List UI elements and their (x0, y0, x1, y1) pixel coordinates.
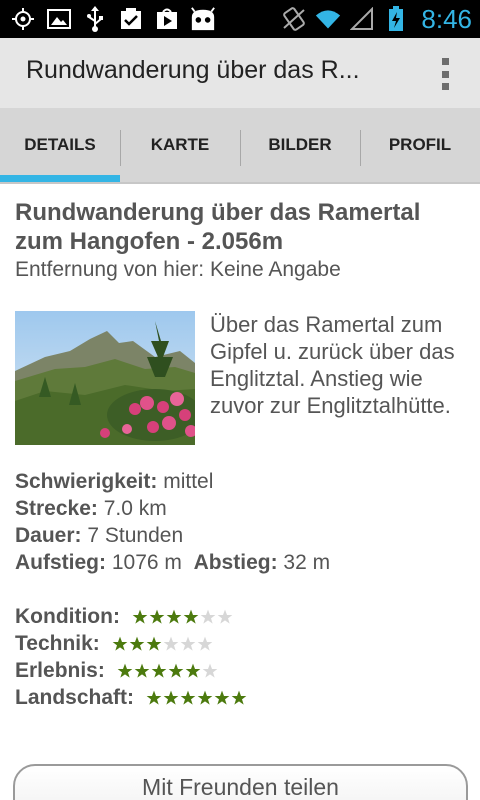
gps-icon (10, 6, 36, 32)
star-filled-icon (112, 636, 128, 651)
duration-label: Dauer: (15, 524, 82, 547)
star-filled-icon (168, 663, 184, 678)
rating-technik: Technik: (15, 630, 470, 657)
task-check-icon (118, 6, 144, 32)
action-bar: Rundwanderung über das R... (0, 38, 480, 108)
signal-icon (349, 6, 375, 32)
vibrate-icon (281, 6, 307, 32)
difficulty-row: Schwierigkeit: mittel (15, 468, 470, 495)
difficulty-value: mittel (157, 470, 214, 493)
overflow-dot (441, 83, 449, 90)
wifi-icon (315, 6, 341, 32)
tab-bilder[interactable]: BILDER (240, 108, 360, 182)
star-rating (112, 636, 214, 652)
star-empty-icon (217, 609, 233, 624)
star-empty-icon (202, 663, 218, 678)
star-filled-icon (129, 636, 145, 651)
details-content: Rundwanderung über das Ramertal zum Hang… (15, 198, 470, 709)
star-filled-icon (149, 609, 165, 624)
star-filled-icon (146, 690, 162, 705)
system-icons: 8:46 (281, 4, 472, 34)
star-filled-icon (146, 636, 162, 651)
image-icon (46, 6, 72, 32)
ascent-value: 1076 m (106, 551, 182, 574)
star-filled-icon (132, 609, 148, 624)
star-empty-icon (180, 636, 196, 651)
battery-charging-icon (383, 6, 409, 32)
tab-profil[interactable]: PROFIL (360, 108, 480, 182)
duration-value: 7 Stunden (81, 524, 184, 547)
tab-karte[interactable]: KARTE (120, 108, 240, 182)
notification-icons (10, 4, 216, 34)
overflow-menu-icon[interactable] (440, 58, 450, 90)
rating-label: Erlebnis: (15, 658, 105, 682)
rating-label: Landschaft: (15, 685, 135, 709)
star-filled-icon (214, 690, 230, 705)
tab-bar: DETAILS KARTE BILDER PROFIL (0, 108, 480, 184)
star-filled-icon (151, 663, 167, 678)
route-title: Rundwanderung über das Ramertal zum Hang… (15, 199, 421, 255)
page-title: Rundwanderung über das R... (26, 56, 360, 84)
distance-text: Entfernung von hier: Keine Angabe (15, 258, 341, 281)
star-rating (117, 663, 219, 679)
ascent-label: Aufstieg: (15, 551, 106, 574)
route-facts: Schwierigkeit: mittel Strecke: 7.0 km Da… (15, 468, 470, 576)
distance-label: Strecke: (15, 497, 98, 520)
rating-label: Technik: (15, 631, 100, 655)
distance-value: 7.0 km (97, 497, 167, 520)
star-filled-icon (185, 663, 201, 678)
rating-landschaft: Landschaft: (15, 684, 470, 711)
android-icon (190, 6, 216, 32)
star-rating (132, 609, 234, 625)
star-filled-icon (180, 690, 196, 705)
ratings-section: Kondition: Technik: Erlebnis: Landschaft… (15, 603, 470, 711)
rating-kondition: Kondition: (15, 603, 470, 630)
star-filled-icon (197, 690, 213, 705)
star-filled-icon (134, 663, 150, 678)
descent-value: 32 m (277, 551, 331, 574)
star-filled-icon (117, 663, 133, 678)
star-filled-icon (231, 690, 247, 705)
route-photo[interactable] (15, 311, 195, 445)
overflow-dot (441, 58, 449, 65)
share-with-friends-button[interactable]: Mit Freunden teilen (13, 764, 468, 800)
tab-details[interactable]: DETAILS (0, 108, 120, 182)
clock: 8:46 (421, 3, 472, 34)
star-empty-icon (200, 609, 216, 624)
star-filled-icon (166, 609, 182, 624)
star-rating (146, 690, 248, 706)
difficulty-label: Schwierigkeit: (15, 470, 158, 493)
description-section: Über das Ramertal zum Gipfel u. zurück ü… (15, 311, 470, 451)
usb-icon (82, 6, 108, 32)
rating-erlebnis: Erlebnis: (15, 657, 470, 684)
descent-label: Abstieg: (193, 551, 278, 574)
route-description: Über das Ramertal zum Gipfel u. zurück ü… (210, 312, 455, 418)
star-filled-icon (183, 609, 199, 624)
duration-row: Dauer: 7 Stunden (15, 522, 470, 549)
star-empty-icon (197, 636, 213, 651)
rating-label: Kondition: (15, 604, 120, 628)
elevation-row: Aufstieg: 1076 m Abstieg: 32 m (15, 549, 470, 576)
star-empty-icon (163, 636, 179, 651)
star-filled-icon (163, 690, 179, 705)
play-store-icon (154, 6, 180, 32)
distance-row: Strecke: 7.0 km (15, 495, 470, 522)
status-bar: 8:46 (0, 0, 480, 38)
overflow-dot (441, 70, 449, 78)
